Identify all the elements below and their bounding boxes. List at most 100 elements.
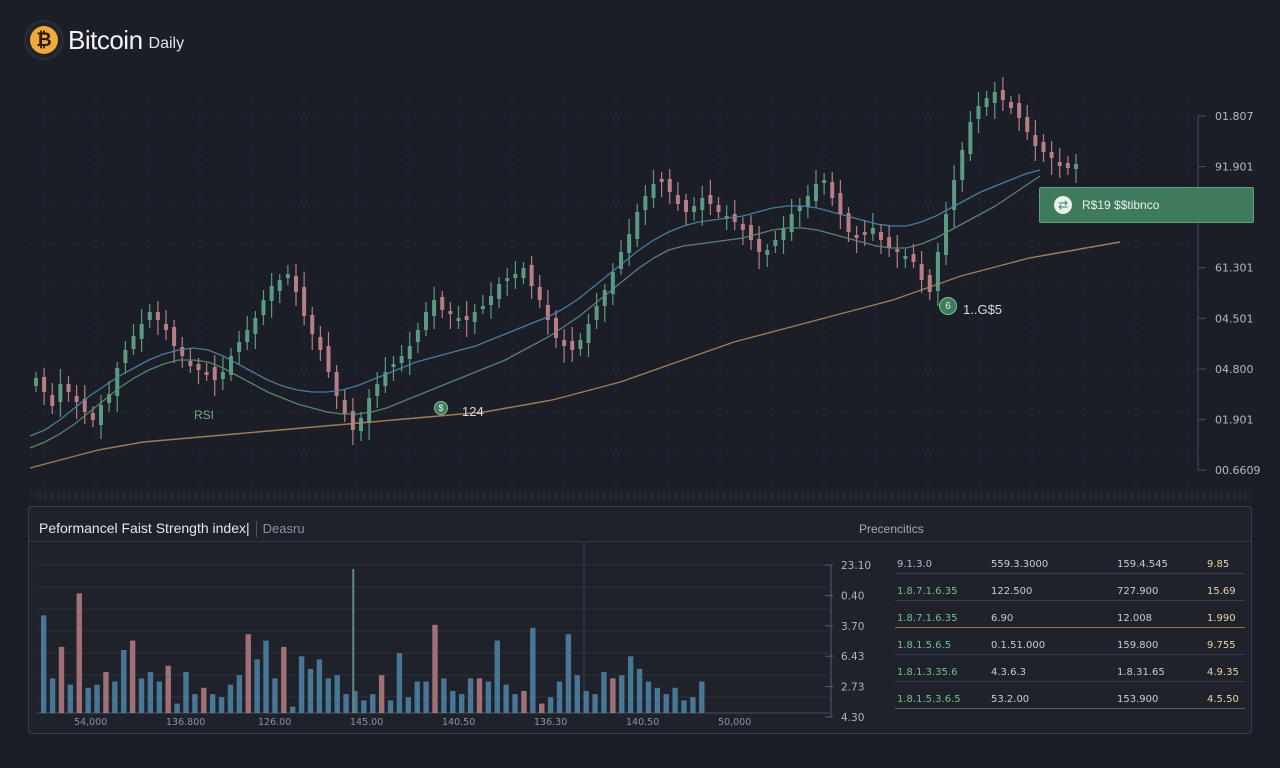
performance-bar (165, 665, 171, 713)
x-tick-label: 126.00 (258, 717, 291, 728)
price-chart[interactable]: 01.80791.90167.50161.30104.50104.80001.9… (0, 0, 1280, 500)
candle-body (667, 179, 672, 192)
candle-body (505, 278, 510, 281)
performance-bar (556, 681, 563, 713)
performance-bar (147, 672, 154, 713)
candle-body (464, 316, 469, 320)
performance-bar (227, 684, 234, 713)
low-marker-icon[interactable]: $ (434, 401, 448, 415)
candle-body (66, 384, 71, 392)
candle-body (570, 341, 575, 350)
x-tick-label: 140.50 (626, 717, 659, 728)
performance-bar (263, 640, 269, 713)
candle-body (740, 224, 745, 230)
candle-body (789, 214, 794, 232)
y-tick-label: 04.501 (1215, 312, 1254, 325)
prediction-cell: 4.3.6.3 (991, 667, 1026, 678)
y-tick-label: 0.40 (841, 590, 864, 602)
prediction-cell: 9.85 (1207, 559, 1230, 570)
prediction-row[interactable]: 9.1.3.0 559.3.3000 159.4.545 9.85 (895, 557, 1245, 577)
candle-body (773, 240, 778, 246)
performance-bar (619, 675, 625, 713)
prediction-cell: 1.8.1.5.6.5 (897, 640, 952, 651)
performance-bar (49, 678, 56, 713)
candle-body (919, 264, 924, 280)
performance-bar (423, 681, 429, 713)
callout-text: R$19 $$tibnco (1082, 198, 1160, 212)
performance-bar (129, 640, 136, 713)
candle-body (172, 327, 177, 346)
candle-body (684, 200, 688, 212)
candle-body (50, 395, 55, 406)
prediction-cell: 1.8.1.5.3.6.5 (897, 694, 961, 705)
candle-body (984, 98, 989, 107)
performance-bar (396, 653, 403, 713)
candle-body (90, 413, 95, 420)
candle-body (1041, 142, 1046, 152)
prediction-cell: 122.500 (991, 586, 1033, 597)
performance-bar (654, 687, 661, 713)
low-marker-label: 124 (462, 404, 484, 419)
performance-bar (574, 675, 580, 713)
performance-bar (645, 681, 652, 713)
prediction-row[interactable]: 1.8.1.5.6.5 0.1.51.000 159.800 9.755 (895, 638, 1245, 658)
candle-body (594, 306, 599, 320)
candle-body (472, 312, 477, 322)
candle-body (822, 180, 827, 183)
candle-body (261, 300, 266, 315)
prediction-cell: 1.8.31.65 (1117, 667, 1165, 678)
performance-bar (583, 690, 589, 713)
performance-bar (370, 694, 376, 713)
candle-body (342, 400, 347, 414)
prediction-cell: 53.2.00 (991, 694, 1030, 705)
candle-body (99, 405, 103, 425)
candle-body (277, 280, 282, 291)
candle-body (895, 249, 900, 252)
performance-bar (512, 694, 518, 713)
performance-bar (458, 694, 465, 713)
candle-body (196, 364, 201, 370)
candle-body (1025, 117, 1030, 132)
performance-bar (103, 672, 109, 713)
candle-body (188, 361, 193, 366)
tab-secondary[interactable]: Deasru (263, 521, 305, 536)
candle-body (131, 336, 136, 349)
high-marker-icon[interactable]: 6 (939, 297, 957, 315)
candle-body (220, 372, 225, 379)
performance-bar (441, 678, 447, 713)
prediction-row-line (895, 573, 1245, 574)
ma-fast-line (29, 169, 1041, 437)
performance-bar (476, 678, 483, 713)
candle-body (74, 396, 79, 402)
performance-bar (254, 659, 260, 713)
y-tick-label: 00.6609 (1215, 464, 1261, 477)
prediction-row[interactable]: 1.8.1.5.3.6.5 53.2.00 153.900 4.5.50 (895, 692, 1245, 712)
candle-body (334, 372, 339, 396)
y-tick-label: 01.901 (1215, 413, 1254, 426)
prediction-row[interactable]: 1.8.7.1.6.35 6.90 12.008 1.990 (895, 611, 1245, 631)
candle-body (911, 254, 916, 262)
prediction-row[interactable]: 1.8.1.3.35.6 4.3.6.3 1.8.31.65 4.9.35 (895, 665, 1245, 685)
performance-bar (610, 678, 616, 713)
tab-performance[interactable]: Peformancel Faist Strength index| (39, 520, 250, 536)
performance-bar (387, 700, 394, 713)
y-tick-label: 4.30 (841, 712, 864, 724)
candle-body (635, 212, 640, 239)
performance-bar (521, 690, 527, 713)
performance-bar (290, 706, 296, 713)
swap-icon: ⇄ (1054, 196, 1072, 214)
candle-body (253, 318, 258, 334)
prediction-cell: 9.1.3.0 (897, 559, 932, 570)
performance-bar (334, 675, 340, 713)
candle-body (155, 312, 160, 320)
prediction-row[interactable]: 1.8.7.1.6.35 122.500 727.900 15.69 (895, 584, 1245, 604)
performance-bar (138, 678, 145, 713)
candle-body (805, 196, 810, 207)
x-tick-label: 136.30 (534, 717, 567, 728)
candle-body (765, 250, 770, 255)
candle-body (968, 122, 973, 154)
candle-body (659, 179, 664, 182)
candle-body (399, 356, 404, 363)
price-callout[interactable]: ⇄ R$19 $$tibnco (1039, 187, 1254, 223)
prediction-cell: 9.755 (1207, 640, 1236, 651)
